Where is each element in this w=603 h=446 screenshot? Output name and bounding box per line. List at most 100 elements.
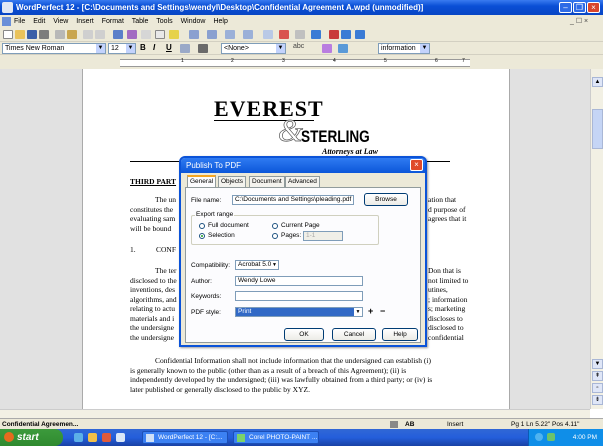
previous-page-icon[interactable]: ⇞ <box>592 371 603 381</box>
tab-document[interactable]: Document <box>249 176 285 187</box>
scroll-thumb[interactable] <box>592 109 603 149</box>
pages-radio[interactable] <box>272 233 278 239</box>
style-value: <None> <box>224 45 249 52</box>
style-dropdown[interactable]: <None> ▼ <box>221 43 286 54</box>
doc-line: ation that <box>428 195 457 204</box>
columns-icon[interactable] <box>225 30 235 39</box>
spell-check-button[interactable]: abc <box>293 43 304 50</box>
italic-button[interactable]: I <box>153 43 155 52</box>
redo-icon[interactable] <box>95 30 105 39</box>
line-icon[interactable] <box>141 30 151 39</box>
menu-format[interactable]: Format <box>102 18 124 25</box>
doc-line: The un <box>155 195 177 204</box>
printer-icon[interactable] <box>390 421 398 428</box>
format-painter-icon[interactable] <box>113 30 123 39</box>
menu-help[interactable]: Help <box>213 18 227 25</box>
taskbar-wordperfect[interactable]: WordPerfect 12 - [C:... <box>142 431 228 444</box>
underline-button[interactable]: U <box>166 43 172 52</box>
thesaurus-icon[interactable] <box>338 44 348 53</box>
bullets-icon[interactable] <box>189 30 199 39</box>
font-size-dropdown[interactable]: 12 ▼ <box>108 43 136 54</box>
help-button[interactable]: Help <box>382 328 418 341</box>
tab-objects[interactable]: Objects <box>218 176 247 187</box>
text-box-icon[interactable] <box>155 30 165 39</box>
minimize-button[interactable]: – <box>559 2 572 13</box>
zoom-icon[interactable] <box>263 30 273 39</box>
ruler-number: 6 <box>435 58 438 64</box>
vertical-scrollbar[interactable]: ▲ ▼ ⇞ ▫ ⇟ <box>590 69 603 409</box>
status-bar: Confidential Agreemen... AB Insert Pg 1 … <box>0 418 603 429</box>
print-icon[interactable] <box>39 30 49 39</box>
open-folder-icon[interactable] <box>15 30 25 39</box>
highlight-icon[interactable] <box>169 30 179 39</box>
show-codes-icon[interactable] <box>329 30 339 39</box>
menu-insert[interactable]: Insert <box>76 18 94 25</box>
selection-radio[interactable] <box>199 233 205 239</box>
maximize-button[interactable]: ❐ <box>573 2 586 13</box>
compatibility-dropdown[interactable]: Acrobat 5.0 ▼ <box>235 260 279 270</box>
ruler-strip[interactable] <box>120 59 470 67</box>
font-face-dropdown[interactable]: Times New Roman ▼ <box>2 43 106 54</box>
full-document-radio[interactable] <box>199 223 205 229</box>
save-icon[interactable] <box>27 30 37 39</box>
menu-window[interactable]: Window <box>181 18 206 25</box>
wordperfect-app-icon[interactable] <box>2 2 13 13</box>
doc-window-controls[interactable]: _ ☐ × <box>570 15 588 28</box>
current-page-radio[interactable] <box>272 223 278 229</box>
quicklaunch-ie-icon[interactable] <box>74 433 83 442</box>
menu-tools[interactable]: Tools <box>156 18 172 25</box>
menu-file[interactable]: File <box>14 18 25 25</box>
remove-style-button[interactable]: − <box>380 307 385 316</box>
window-title-bar[interactable]: WordPerfect 12 - [C:\Documents and Setti… <box>0 0 603 15</box>
next-page-icon[interactable]: ⇟ <box>592 395 603 405</box>
back-icon[interactable] <box>341 30 351 39</box>
add-style-button[interactable]: + <box>368 307 373 316</box>
cancel-button[interactable]: Cancel <box>332 328 376 341</box>
chevron-down-icon: ▼ <box>96 44 105 53</box>
clock[interactable]: 4:00 PM <box>573 434 597 441</box>
forward-icon[interactable] <box>355 30 365 39</box>
table-icon[interactable] <box>243 30 253 39</box>
pages-input[interactable]: 1-1 <box>303 231 343 241</box>
dialog-title-bar[interactable]: Publish To PDF <box>181 158 425 173</box>
menu-view[interactable]: View <box>53 18 68 25</box>
bold-button[interactable]: B <box>140 43 146 52</box>
undo-icon[interactable] <box>83 30 93 39</box>
menu-edit[interactable]: Edit <box>33 18 45 25</box>
prompt-as-you-go-icon[interactable] <box>322 44 332 53</box>
font-color-icon[interactable] <box>198 44 208 53</box>
logo-ampersand: & <box>278 112 304 148</box>
taskbar-photo-paint[interactable]: Corel PHOTO-PAINT ... <box>233 431 319 444</box>
browse-button[interactable]: Browse <box>364 193 408 206</box>
draw-shape-icon[interactable] <box>127 30 137 39</box>
cut-icon[interactable] <box>55 30 65 39</box>
image-icon[interactable] <box>295 30 305 39</box>
tab-advanced[interactable]: Advanced <box>285 176 320 187</box>
quicklaunch-folder-icon[interactable] <box>88 433 97 442</box>
taskbar-wordperfect-label: WordPerfect 12 - [C:... <box>158 434 223 441</box>
numbering-icon[interactable] <box>207 30 217 39</box>
tray-network-icon[interactable] <box>535 433 543 441</box>
quicklaunch-desktop-icon[interactable] <box>116 433 125 442</box>
menu-table[interactable]: Table <box>132 18 149 25</box>
dialog-close-button[interactable]: × <box>410 159 423 171</box>
new-document-icon[interactable] <box>3 30 13 39</box>
paste-icon[interactable] <box>67 30 77 39</box>
tab-general[interactable]: General <box>187 175 217 187</box>
bookmark-icon[interactable] <box>279 30 289 39</box>
keywords-input[interactable] <box>235 291 363 301</box>
tray-app-icon[interactable] <box>547 433 555 441</box>
quicklaunch-app-icon[interactable] <box>102 433 111 442</box>
ok-button[interactable]: OK <box>284 328 324 341</box>
shadow-cursor-icon[interactable] <box>311 30 321 39</box>
file-name-input[interactable]: C:\Documents and Settings\pleading.pdf <box>232 195 354 205</box>
close-button[interactable]: × <box>587 2 600 13</box>
scroll-up-icon[interactable]: ▲ <box>592 77 603 87</box>
justification-icon[interactable] <box>180 44 190 53</box>
author-input[interactable]: Wendy Lowe <box>235 276 363 286</box>
horizontal-scrollbar[interactable] <box>0 409 590 418</box>
prompt-as-you-go-dropdown[interactable]: information ▼ <box>378 43 430 54</box>
browse-by-icon[interactable]: ▫ <box>592 383 603 393</box>
pdf-style-dropdown[interactable]: Print ▼ <box>235 307 363 317</box>
scroll-down-icon[interactable]: ▼ <box>592 359 603 369</box>
